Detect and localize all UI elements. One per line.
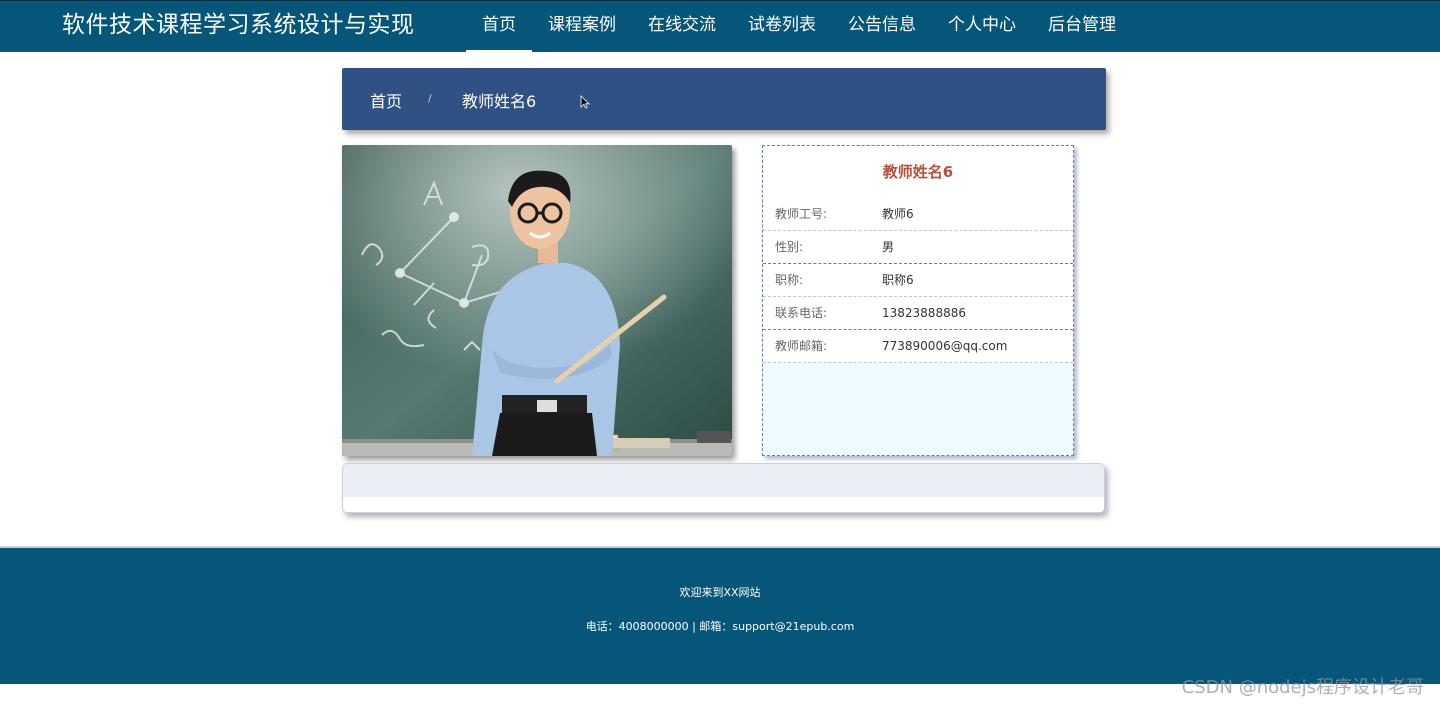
teacher-info-panel: 教师姓名6 教师工号: 教师6 性别: 男 职称: 职称6 联系电话: 1382… bbox=[762, 145, 1074, 456]
teacher-photo-illustration bbox=[342, 145, 732, 456]
teacher-detail-content bbox=[342, 463, 1105, 513]
teacher-photo bbox=[342, 145, 732, 456]
breadcrumb-separator: / bbox=[428, 92, 432, 105]
footer-welcome: 欢迎来到XX网站 bbox=[679, 586, 761, 599]
info-value: 773890006@qq.com bbox=[882, 339, 1008, 353]
info-label: 教师邮箱: bbox=[775, 339, 828, 353]
info-value: 教师6 bbox=[882, 207, 914, 221]
info-label: 联系电话: bbox=[775, 306, 828, 320]
nav-item-announcements[interactable]: 公告信息 bbox=[832, 1, 932, 53]
top-navbar: 软件技术课程学习系统设计与实现 首页 课程案例 在线交流 试卷列表 公告信息 个… bbox=[0, 0, 1440, 53]
info-row-employee-id: 教师工号: 教师6 bbox=[763, 198, 1073, 231]
watermark: CSDN @nodejs程序设计老哥 bbox=[1181, 677, 1424, 698]
breadcrumb-current: 教师姓名6 bbox=[462, 92, 537, 111]
breadcrumb: 首页 / 教师姓名6 bbox=[342, 68, 1106, 130]
info-row-email: 教师邮箱: 773890006@qq.com bbox=[763, 330, 1073, 363]
info-value: 男 bbox=[882, 240, 895, 254]
info-row-gender: 性别: 男 bbox=[763, 231, 1073, 264]
nav-item-course-cases[interactable]: 课程案例 bbox=[532, 1, 632, 53]
nav-item-admin[interactable]: 后台管理 bbox=[1032, 1, 1132, 53]
nav-item-home[interactable]: 首页 bbox=[466, 1, 532, 53]
main-nav: 首页 课程案例 在线交流 试卷列表 公告信息 个人中心 后台管理 bbox=[466, 1, 1132, 53]
info-label: 教师工号: bbox=[775, 207, 828, 221]
info-value: 职称6 bbox=[882, 273, 914, 287]
nav-item-online-chat[interactable]: 在线交流 bbox=[632, 1, 732, 53]
mouse-cursor-icon bbox=[580, 95, 590, 109]
nav-item-exam-list[interactable]: 试卷列表 bbox=[732, 1, 832, 53]
footer-contact: 电话：4008000000 | 邮箱：support@21epub.com bbox=[585, 620, 855, 633]
info-label: 性别: bbox=[775, 240, 804, 254]
site-title: 软件技术课程学习系统设计与实现 bbox=[62, 12, 415, 38]
info-label: 职称: bbox=[775, 273, 804, 287]
info-row-phone: 联系电话: 13823888886 bbox=[763, 297, 1073, 330]
nav-item-personal-center[interactable]: 个人中心 bbox=[932, 1, 1032, 53]
info-value: 13823888886 bbox=[882, 306, 966, 320]
teacher-name: 教师姓名6 bbox=[763, 146, 1073, 198]
content-area bbox=[343, 464, 1104, 497]
info-row-title: 职称: 职称6 bbox=[763, 264, 1073, 297]
breadcrumb-home-link[interactable]: 首页 bbox=[370, 88, 402, 112]
footer: 欢迎来到XX网站 电话：4008000000 | 邮箱：support@21ep… bbox=[0, 546, 1440, 684]
